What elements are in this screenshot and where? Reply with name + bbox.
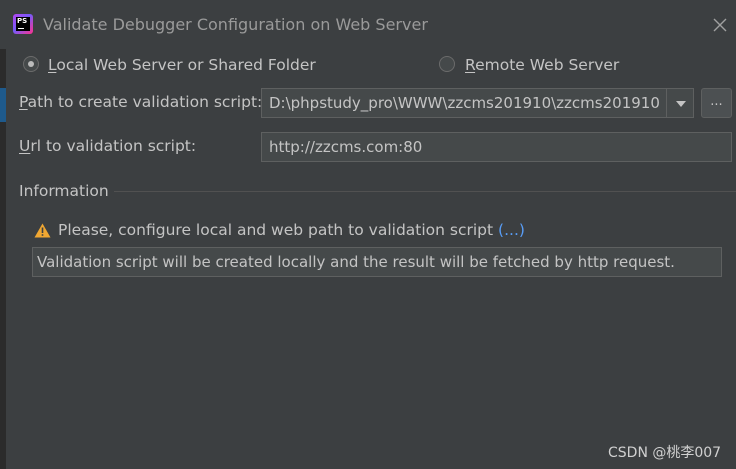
chevron-down-icon (676, 101, 686, 107)
phpstorm-icon: PS (13, 14, 33, 34)
url-label: Url to validation script: (19, 137, 197, 155)
section-divider (114, 191, 736, 192)
details-link[interactable]: (...) (498, 221, 525, 239)
remote-server-label[interactable]: Remote Web Server (465, 56, 619, 74)
validation-info-box: Validation script will be created locall… (32, 247, 722, 277)
app-icon-text: PS (17, 17, 28, 25)
information-section-title: Information (19, 182, 109, 200)
left-edge-strip (0, 0, 6, 469)
watermark: CSDN @桃李007 (608, 445, 722, 461)
title-bar: PS Validate Debugger Configuration on We… (0, 0, 736, 49)
remote-server-radio[interactable] (439, 56, 455, 72)
path-label: Path to create validation script: (19, 93, 263, 111)
local-server-label[interactable]: Local Web Server or Shared Folder (48, 56, 316, 74)
warning-icon (34, 223, 51, 242)
url-input[interactable]: http://zzcms.com:80 (261, 132, 732, 162)
warning-message: Please, configure local and web path to … (58, 221, 525, 239)
path-dropdown-button[interactable] (666, 88, 694, 118)
dialog-title: Validate Debugger Configuration on Web S… (43, 15, 428, 34)
browse-button[interactable]: ... (701, 88, 732, 118)
path-input[interactable]: D:\phpstudy_pro\WWW\zzcms201910\zzcms201… (261, 88, 667, 118)
local-server-radio[interactable] (23, 56, 39, 72)
left-edge-accent (0, 88, 6, 122)
close-icon[interactable] (710, 15, 730, 35)
